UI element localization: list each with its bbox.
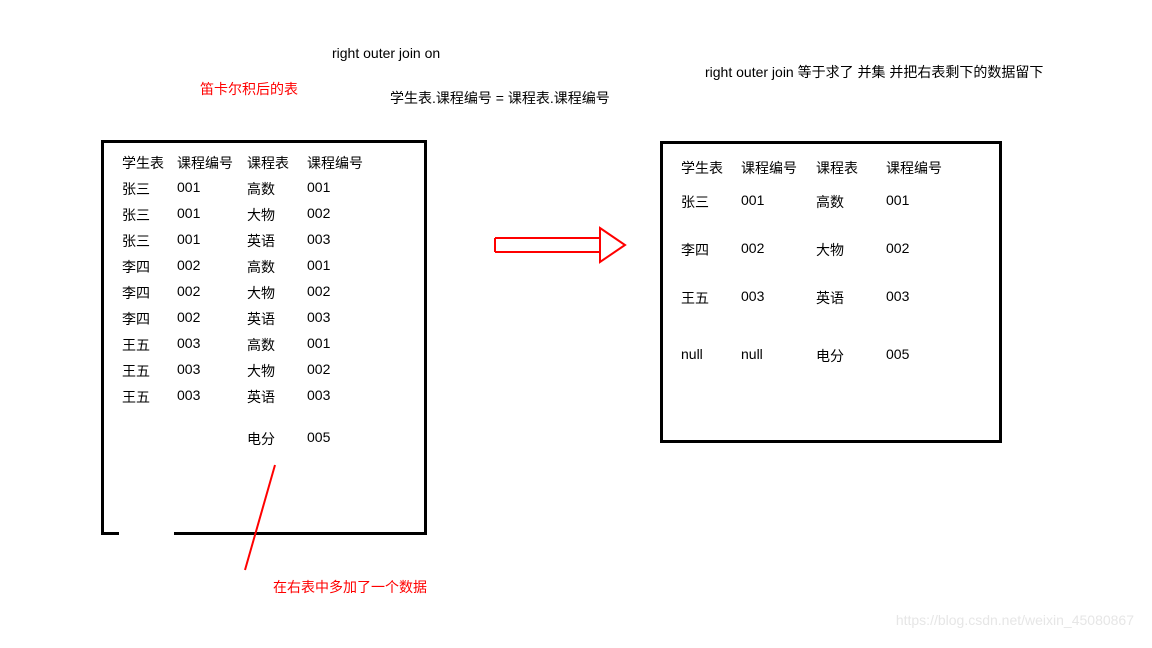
- label-right-outer-join-desc: right outer join 等于求了 并集 并把右表剩下的数据留下: [705, 62, 1043, 82]
- left-extra-row: 电分 005: [122, 429, 406, 449]
- left-cell: 003: [307, 387, 377, 407]
- left-header-cell: 课程表: [247, 153, 307, 173]
- left-cell: 002: [307, 283, 377, 303]
- left-cell: 李四: [122, 283, 177, 303]
- right-cell: 001: [741, 192, 816, 212]
- label-right-outer-join-on: right outer join on: [332, 45, 440, 61]
- right-cell: 李四: [681, 240, 741, 260]
- table-row: null null 电分 005: [681, 346, 981, 366]
- left-header-cell: 学生表: [122, 153, 177, 173]
- right-cell: 002: [741, 240, 816, 260]
- right-cell: 005: [886, 346, 956, 366]
- left-cell: 005: [307, 429, 377, 449]
- arrow-icon: [490, 225, 630, 265]
- table-row: 张三 001 高数 001: [681, 192, 981, 212]
- right-header-cell: 课程编号: [886, 158, 956, 178]
- table-row: 李四 002 大物 002: [681, 240, 981, 260]
- left-cell: 002: [307, 361, 377, 381]
- left-cell: 张三: [122, 205, 177, 225]
- left-cell: 003: [307, 231, 377, 251]
- left-cell: 王五: [122, 387, 177, 407]
- right-table-box: 学生表 课程编号 课程表 课程编号 张三 001 高数 001 李四 002 大…: [660, 141, 1002, 443]
- right-header-cell: 课程表: [816, 158, 886, 178]
- right-header-cell: 学生表: [681, 158, 741, 178]
- right-cell: null: [741, 346, 816, 366]
- right-cell: 电分: [816, 346, 886, 366]
- left-cell: 003: [307, 309, 377, 329]
- left-cell: 李四: [122, 257, 177, 277]
- left-cell: 002: [307, 205, 377, 225]
- right-header-row: 学生表 课程编号 课程表 课程编号: [681, 158, 981, 178]
- left-cell: 大物: [247, 361, 307, 381]
- left-cell: 002: [177, 283, 247, 303]
- left-cell: 李四: [122, 309, 177, 329]
- right-cell: 王五: [681, 288, 741, 308]
- right-cell: 大物: [816, 240, 886, 260]
- label-cartesian-product: 笛卡尔积后的表: [200, 79, 298, 99]
- left-cell: 002: [177, 309, 247, 329]
- left-cell: 003: [177, 387, 247, 407]
- left-cell: 大物: [247, 205, 307, 225]
- left-cell: 英语: [247, 231, 307, 251]
- left-header-cell: 课程编号: [307, 153, 377, 173]
- right-cell: 003: [886, 288, 956, 308]
- left-cell: 002: [177, 257, 247, 277]
- table-row: 王五 003 英语 003: [681, 288, 981, 308]
- right-cell: 英语: [816, 288, 886, 308]
- left-cell: 王五: [122, 361, 177, 381]
- label-extra-row-note: 在右表中多加了一个数据: [273, 577, 427, 597]
- left-cell: 高数: [247, 257, 307, 277]
- left-cell: 电分: [247, 429, 307, 449]
- left-cell: [122, 429, 177, 449]
- right-header-cell: 课程编号: [741, 158, 816, 178]
- right-cell: 001: [886, 192, 956, 212]
- left-cell: 001: [177, 205, 247, 225]
- right-cell: 高数: [816, 192, 886, 212]
- left-box-border-break: [119, 529, 174, 535]
- left-cell: 英语: [247, 387, 307, 407]
- left-cell: 003: [177, 361, 247, 381]
- left-cell: 001: [177, 179, 247, 199]
- right-cell: null: [681, 346, 741, 366]
- right-cell: 002: [886, 240, 956, 260]
- watermark-text: https://blog.csdn.net/weixin_45080867: [896, 612, 1134, 628]
- right-cell: 张三: [681, 192, 741, 212]
- left-cell: 001: [307, 179, 377, 199]
- left-cell: 英语: [247, 309, 307, 329]
- left-cell: 高数: [247, 335, 307, 355]
- left-cell: 高数: [247, 179, 307, 199]
- left-table: 学生表 课程编号 课程表 课程编号 张三 001 高数 001 张三 001 大…: [122, 153, 406, 407]
- left-cell: 张三: [122, 231, 177, 251]
- left-cell: 001: [177, 231, 247, 251]
- left-cell: 大物: [247, 283, 307, 303]
- left-header-cell: 课程编号: [177, 153, 247, 173]
- left-cell: 张三: [122, 179, 177, 199]
- left-cell: 王五: [122, 335, 177, 355]
- red-annotation-line: [230, 460, 370, 590]
- left-cell: 001: [307, 257, 377, 277]
- right-cell: 003: [741, 288, 816, 308]
- label-join-condition: 学生表.课程编号 = 课程表.课程编号: [390, 88, 610, 108]
- left-cell: 003: [177, 335, 247, 355]
- left-cell: [177, 429, 247, 449]
- left-cell: 001: [307, 335, 377, 355]
